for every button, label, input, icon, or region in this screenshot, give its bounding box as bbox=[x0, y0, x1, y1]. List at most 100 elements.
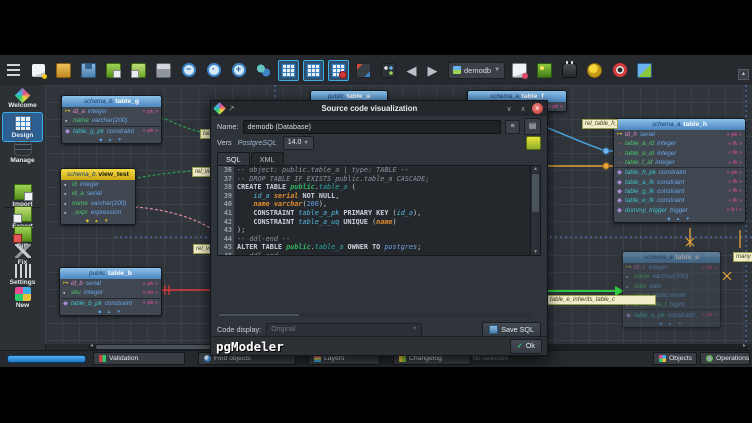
db-table-table_g[interactable]: schema_b.table_g↦id_ainteger« pk »●namev… bbox=[61, 95, 162, 144]
table-row-id_a[interactable]: ●id_aserial bbox=[61, 189, 135, 198]
scroll-right-icon[interactable]: ▸ bbox=[743, 343, 746, 350]
toolbar-overflow-button[interactable]: ▴ bbox=[738, 69, 749, 80]
rel-label-rel-table-h[interactable]: rel_table_h_ bbox=[582, 119, 618, 129]
save-model-icon[interactable] bbox=[78, 60, 99, 81]
page-delimiters-icon[interactable] bbox=[328, 60, 349, 81]
table-row-table_e_pk[interactable]: ◆table_e_pkconstraint« pk » bbox=[623, 310, 720, 319]
scrollbar-thumb[interactable] bbox=[532, 174, 539, 212]
scroll-down-icon[interactable]: ▼ bbox=[531, 249, 540, 255]
sidebar-item-new[interactable]: New bbox=[0, 287, 45, 309]
sql-code-view[interactable]: 36-- object: public.table_a | type: TABL… bbox=[217, 165, 531, 256]
db-table-table_e[interactable]: schema_a.table_e↦id_cinteger« pk »●namev… bbox=[622, 251, 721, 328]
table-footer-icons[interactable]: ◆ ▲ ▼ bbox=[60, 308, 161, 315]
minimize-icon[interactable]: ∨ bbox=[504, 105, 514, 113]
wallpaper-icon[interactable] bbox=[534, 60, 555, 81]
import-icon[interactable] bbox=[103, 60, 124, 81]
sidebar-item-welcome[interactable]: Welcome bbox=[0, 88, 45, 109]
sidebar-item-design[interactable]: Design bbox=[2, 112, 43, 142]
table-row-dummy_trigger[interactable]: ◆dummy_triggertrigger« b i » bbox=[614, 205, 745, 214]
table-row-date[interactable]: ●datedate bbox=[623, 282, 720, 291]
new-model-icon[interactable] bbox=[28, 60, 49, 81]
sidebar-item-manage[interactable]: Manage bbox=[0, 140, 45, 164]
table-footer-icons[interactable]: ◆ ▲ ▼ bbox=[623, 320, 720, 327]
table-row-id_a[interactable]: ↦id_ainteger« pk » bbox=[62, 107, 161, 116]
plugins-icon[interactable] bbox=[634, 60, 655, 81]
magnifier-icon[interactable] bbox=[253, 60, 274, 81]
align-to-grid-icon[interactable] bbox=[303, 60, 324, 81]
sql-tool-icon[interactable] bbox=[559, 60, 580, 81]
table-row-id_c[interactable]: ↦id_cinteger« pk » bbox=[623, 263, 720, 272]
db-table-table_h[interactable]: schema_a.table_h↦id_hserial« pk » →table_… bbox=[613, 118, 746, 223]
tab-sql[interactable]: SQL bbox=[217, 152, 250, 166]
table-row-name[interactable]: ●namevarchar(200) bbox=[61, 199, 135, 208]
rel-label-many[interactable]: many bbox=[733, 252, 752, 262]
table-footer-icons[interactable]: ◆ ▲ ▼ bbox=[61, 217, 135, 224]
table-footer-icons[interactable]: ◆ ▲ ▼ bbox=[614, 215, 745, 222]
relationship-table-g[interactable] bbox=[160, 117, 201, 132]
edit-name-icon[interactable]: ≡ bbox=[505, 120, 520, 134]
statusbar-operations[interactable]: Operations bbox=[700, 352, 750, 365]
close-icon[interactable]: × bbox=[532, 103, 543, 114]
next-model-icon[interactable]: ▶ bbox=[424, 61, 441, 80]
print-icon[interactable] bbox=[153, 60, 174, 81]
source-stack-icon[interactable]: ▤ bbox=[524, 118, 541, 135]
tab-xml[interactable]: XML bbox=[251, 152, 284, 166]
export-icon[interactable] bbox=[128, 60, 149, 81]
table-row-table_b_pk[interactable]: ◆table_b_pkconstraint« pk » bbox=[60, 299, 161, 308]
scroll-up-icon[interactable]: ▲ bbox=[531, 166, 540, 172]
table-row-table_h_pk[interactable]: ◆table_h_pkconstraint« pk » bbox=[614, 168, 745, 177]
table-row-sku[interactable]: ●skuinteger« nn » bbox=[60, 288, 161, 297]
sidebar-item-fix[interactable]: Fix bbox=[0, 244, 45, 266]
zoom-out-icon[interactable]: − bbox=[178, 60, 199, 81]
table-row-table_e_id[interactable]: →table_e_idinteger« fk » bbox=[614, 149, 745, 158]
dialog-titlebar[interactable]: ↗ Source code visualization ∨ ∧ × bbox=[211, 101, 547, 116]
statusbar-objects[interactable]: Objects bbox=[653, 352, 697, 365]
table-row-_expr[interactable]: ●_exprexpression bbox=[61, 208, 135, 217]
bug-report-icon[interactable] bbox=[509, 60, 530, 81]
table-row-id_b[interactable]: ↦id_bserial« pk » bbox=[60, 279, 161, 288]
table-row-id[interactable]: ●idinteger bbox=[61, 180, 135, 189]
table-row-table_f_id[interactable]: →table_f_idinteger« fk » bbox=[614, 158, 745, 167]
scene-info-icon[interactable] bbox=[378, 60, 399, 81]
version-select[interactable]: 14.0 ▼ bbox=[283, 136, 314, 150]
db-table-table_b[interactable]: public.table_b↦id_bserial« pk »●skuinteg… bbox=[59, 267, 162, 316]
table-row-name[interactable]: ●namevarchar(200) bbox=[62, 116, 161, 125]
sidebar-item-settings[interactable]: Settings bbox=[0, 264, 45, 286]
ok-button[interactable]: ✓Ok bbox=[510, 339, 542, 354]
table-footer-icons[interactable]: ◆ ▲ ▼ bbox=[62, 136, 161, 143]
scroll-left-icon[interactable]: ◂ bbox=[90, 343, 93, 350]
statusbar-validation[interactable]: Validation bbox=[93, 352, 185, 365]
table-row-name[interactable]: ●namevarchar(200) bbox=[623, 272, 720, 281]
table-row-table_e_fk[interactable]: ◆table_e_fkconstraint« fk » bbox=[614, 196, 745, 205]
table-row-table_a_fk[interactable]: ◆table_a_fkconstraint« fk » bbox=[614, 177, 745, 186]
table-row-table_g_fk[interactable]: ◆table_g_fkconstraint« fk » bbox=[614, 187, 745, 196]
open-model-icon[interactable] bbox=[53, 60, 74, 81]
code-vertical-scrollbar[interactable]: ▲ ▼ bbox=[530, 165, 541, 256]
code-horizontal-scrollbar[interactable] bbox=[217, 313, 531, 317]
donate-icon[interactable] bbox=[584, 60, 605, 81]
table-header[interactable]: schema_a.table_e bbox=[623, 252, 720, 263]
table-header[interactable]: schema_b.view_test bbox=[61, 169, 135, 180]
main-menu-icon[interactable] bbox=[3, 60, 24, 81]
show-grid-icon[interactable] bbox=[278, 60, 299, 81]
table-header[interactable]: schema_b.table_g bbox=[62, 96, 161, 107]
table-row-table_g_pk[interactable]: ◆table_g_pkconstraint« pk » bbox=[62, 127, 161, 136]
expand-canvas-icon[interactable] bbox=[353, 60, 374, 81]
code-options-icon[interactable] bbox=[526, 136, 541, 150]
relationship-blue-table-h[interactable] bbox=[548, 128, 613, 151]
object-name-field[interactable]: demodb (Database) bbox=[243, 120, 502, 134]
save-sql-button[interactable]: Save SQL bbox=[482, 322, 541, 337]
table-row-id_h[interactable]: ↦id_hserial« pk » bbox=[614, 130, 745, 139]
table-header[interactable]: public.table_b bbox=[60, 268, 161, 279]
db-view-view_test[interactable]: schema_b.view_test●idinteger●id_aserial●… bbox=[60, 168, 136, 225]
maximize-icon[interactable]: ∧ bbox=[518, 105, 528, 113]
zoom-original-icon[interactable]: · bbox=[203, 60, 224, 81]
pin-icon[interactable]: ↗ bbox=[228, 104, 235, 113]
support-icon[interactable] bbox=[609, 60, 630, 81]
rel-label-inherits[interactable]: table_e_inherits_table_c bbox=[547, 295, 656, 305]
relationship-view-2[interactable] bbox=[135, 207, 210, 228]
table-header[interactable]: schema_a.table_h bbox=[614, 119, 745, 130]
code-display-select[interactable]: Original▼ bbox=[266, 323, 422, 337]
zoom-in-icon[interactable]: + bbox=[228, 60, 249, 81]
model-selector[interactable]: demodb▼ bbox=[448, 62, 505, 79]
